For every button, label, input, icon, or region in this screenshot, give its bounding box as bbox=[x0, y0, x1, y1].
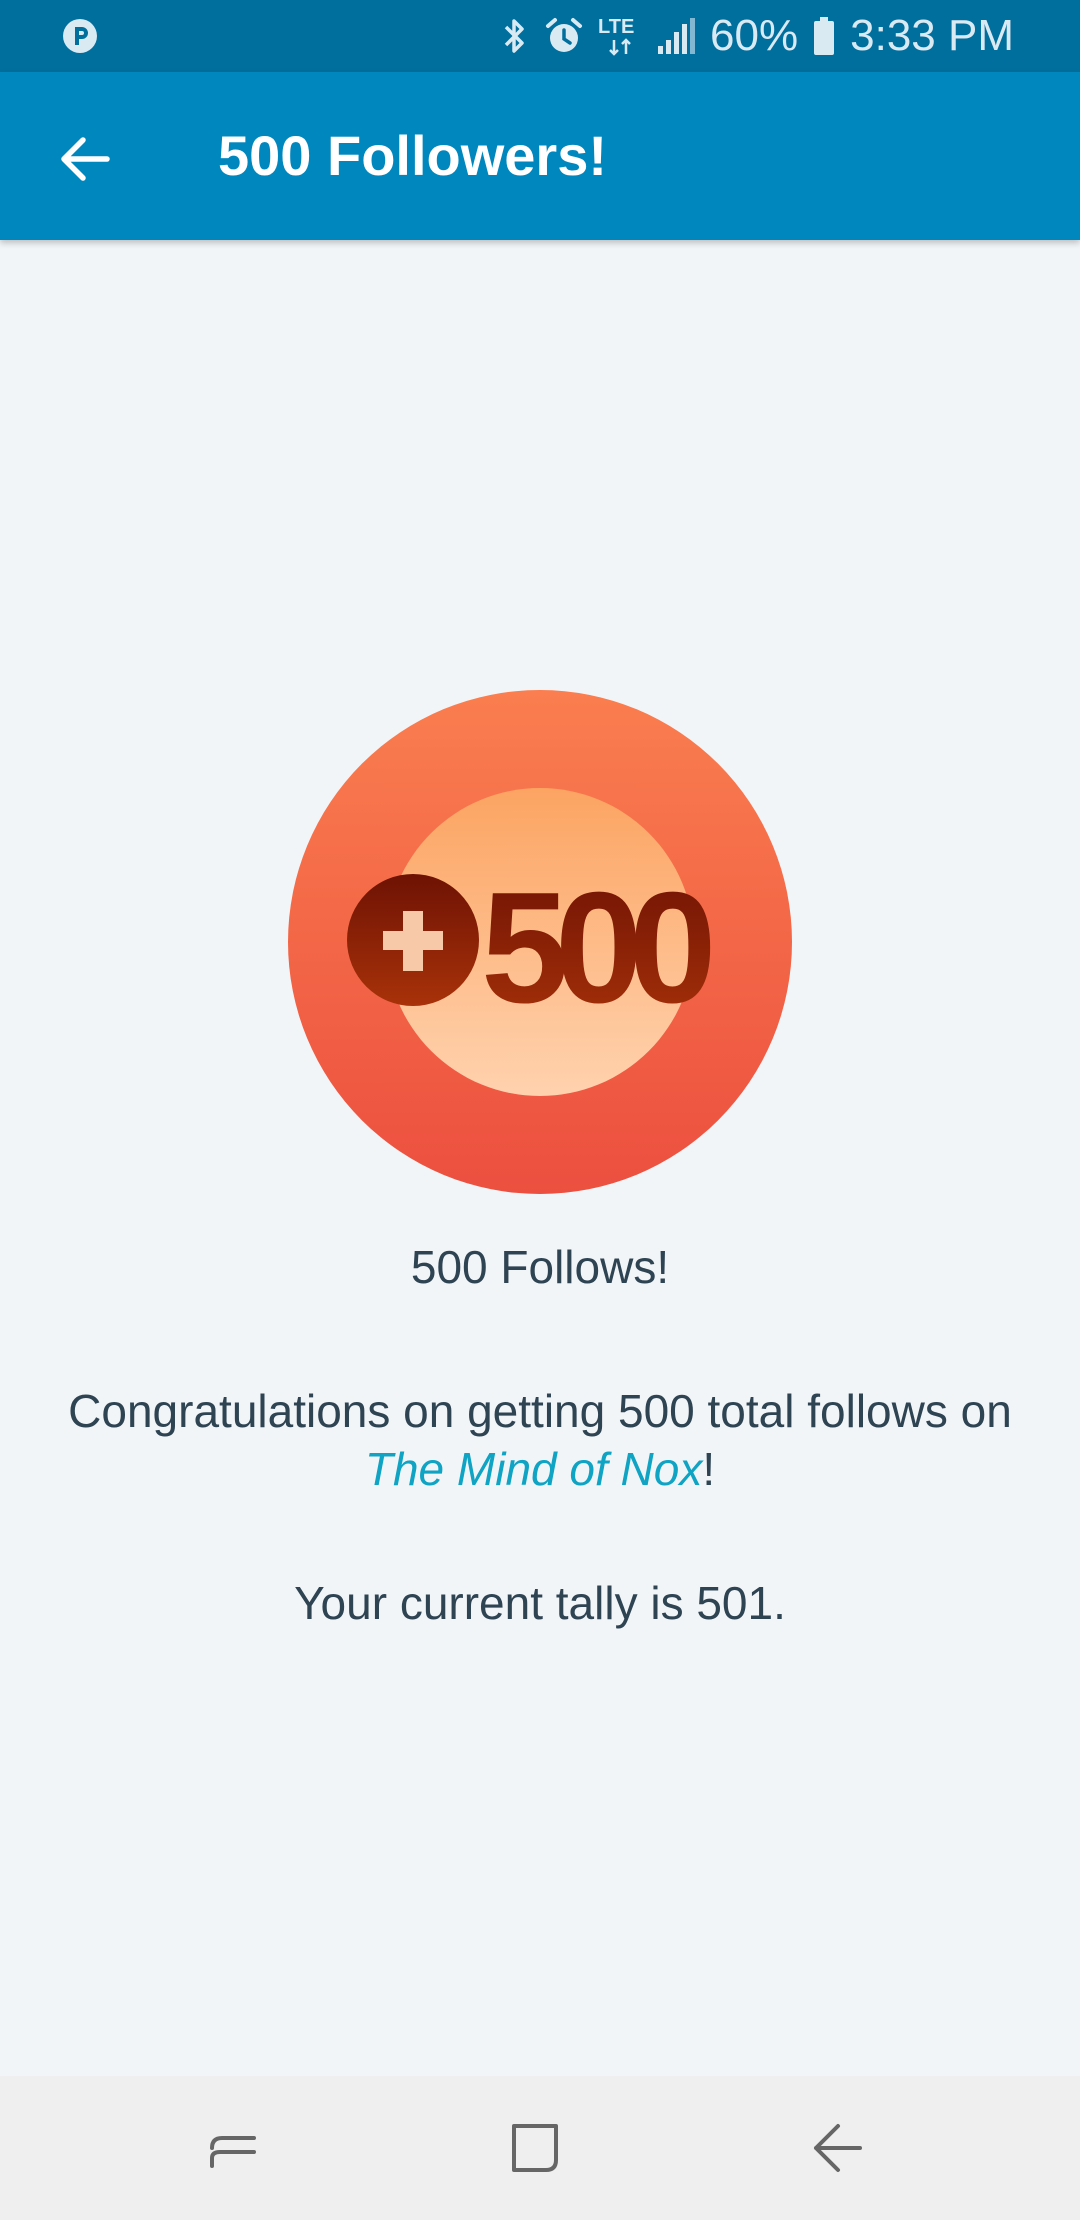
site-link[interactable]: The Mind of Nox bbox=[365, 1443, 702, 1495]
p-circle-icon bbox=[63, 19, 97, 53]
recents-button[interactable] bbox=[184, 2098, 284, 2198]
congrats-message: Congratulations on getting 500 total fol… bbox=[60, 1382, 1020, 1498]
signal-icon bbox=[658, 18, 696, 54]
back-nav-button[interactable] bbox=[788, 2098, 888, 2198]
back-nav-icon bbox=[814, 2124, 862, 2172]
arrow-back-icon bbox=[61, 137, 110, 181]
badge-title: 500 Follows! bbox=[410, 1241, 670, 1293]
bluetooth-icon bbox=[504, 19, 524, 53]
app-bar: 500 Followers! bbox=[0, 72, 1080, 240]
battery-percent: 60% bbox=[710, 11, 799, 60]
plus-icon bbox=[347, 874, 479, 1006]
home-button[interactable] bbox=[486, 2098, 586, 2198]
congrats-prefix: Congratulations on getting 500 total fol… bbox=[68, 1385, 1012, 1437]
lte-icon: LTE bbox=[598, 14, 642, 58]
alarm-icon bbox=[546, 18, 583, 52]
page-title: 500 Followers! bbox=[218, 124, 608, 187]
home-icon bbox=[512, 2124, 558, 2172]
achievement-badge: 500 bbox=[288, 690, 792, 1194]
lte-label: LTE bbox=[598, 16, 635, 38]
congrats-suffix: ! bbox=[702, 1443, 716, 1495]
status-bar: LTE 60% 3:33 PM bbox=[0, 0, 1080, 72]
back-button[interactable] bbox=[40, 114, 130, 204]
tally-text: Your current tally is 501. bbox=[294, 1577, 786, 1629]
navigation-bar bbox=[0, 2076, 1080, 2220]
badge-number: 500 bbox=[481, 860, 711, 1036]
status-icons: LTE 60% 3:33 PM bbox=[500, 0, 1014, 72]
battery-icon bbox=[814, 17, 835, 55]
recents-icon bbox=[210, 2136, 256, 2168]
status-time: 3:33 PM bbox=[850, 11, 1014, 60]
